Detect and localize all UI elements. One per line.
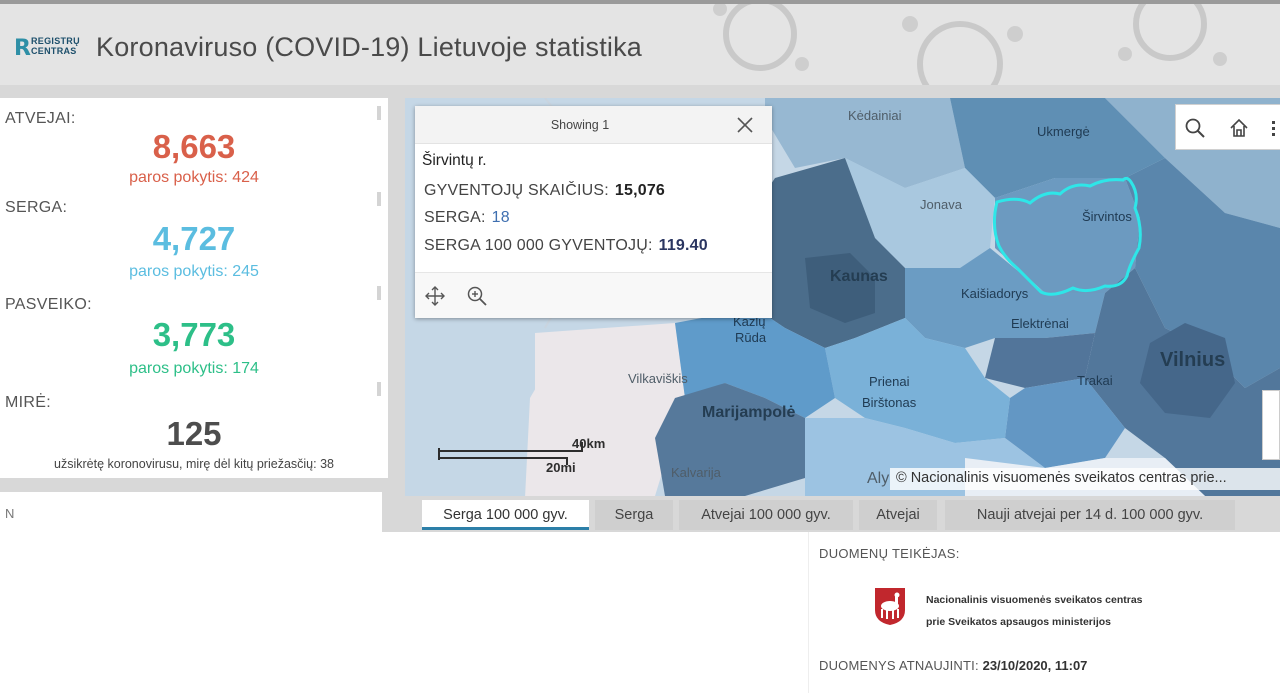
tab-sick[interactable]: Serga	[595, 500, 673, 530]
cases-label: ATVEJAI:	[5, 110, 76, 127]
map-label-jonava: Jonava	[920, 197, 962, 212]
map-label-elektrenai: Elektrėnai	[1011, 316, 1069, 331]
cases-change: paros pokytis: 424	[129, 169, 259, 186]
sick-value: 4,727	[152, 220, 236, 257]
app-header: R REGISTRŲ CENTRAS Koronaviruso (COVID-1…	[0, 0, 1280, 85]
page-title: Koronaviruso (COVID-19) Lietuvoje statis…	[96, 32, 643, 62]
tab-sick-per-100k[interactable]: Serga 100 000 gyv.	[422, 500, 589, 530]
died-note: užsikrėtę koronovirusu, mirę dėl kitų pr…	[54, 457, 334, 471]
logo-line1: REGISTRŲ	[31, 36, 80, 46]
scale-mi-label: 20mi	[546, 460, 576, 475]
map-label-kaisiadorys: Kaišiadorys	[961, 286, 1029, 301]
popup-rate-label: SERGA 100 000 GYVENTOJŲ:	[424, 237, 653, 254]
search-icon[interactable]	[1184, 117, 1206, 139]
map-label-kalvarija: Kalvarija	[671, 465, 721, 480]
popup-sick-value: 18	[491, 209, 510, 226]
close-icon[interactable]	[735, 115, 755, 135]
tab-cases-per-100k[interactable]: Atvejai 100 000 gyv.	[679, 500, 853, 530]
secondary-stats-panel: N	[0, 492, 382, 532]
provider-name-line1: Nacionalinis visuomenės sveikatos centra…	[926, 594, 1143, 606]
map-label-marijampole: Marijampolė	[702, 404, 796, 421]
secondary-panel-text: N	[5, 506, 15, 521]
sick-change: paros pokytis: 245	[129, 263, 259, 280]
scale-km-label: 40km	[572, 436, 606, 451]
recovered-label: PASVEIKO:	[5, 296, 92, 313]
pan-to-icon[interactable]	[424, 285, 446, 307]
died-label: MIRĖ:	[5, 394, 51, 411]
zoom-to-icon[interactable]	[466, 285, 488, 307]
popup-sick-label: SERGA:	[424, 209, 486, 226]
sick-label: SERGA:	[5, 199, 68, 216]
map-attribution[interactable]: © Nacionalinis visuomenės sveikatos cent…	[890, 468, 1280, 490]
virus-decoration-icon	[713, 4, 1227, 85]
popup-row-sick-per-100k: SERGA 100 000 GYVENTOJŲ: 119.40	[424, 237, 708, 255]
registru-centras-logo[interactable]: R REGISTRŲ CENTRAS	[14, 34, 80, 62]
map-label-ukmerge: Ukmergė	[1037, 124, 1090, 139]
data-provider-panel: DUOMENŲ TEIKĖJAS: Nacionalinis visuomenė…	[808, 532, 1280, 693]
recovered-change: paros pokytis: 174	[129, 360, 259, 377]
popup-population-label: GYVENTOJŲ SKAIČIUS:	[424, 182, 609, 199]
tab-new-cases-14d[interactable]: Nauji atvejai per 14 d. 100 000 gyv.	[945, 500, 1235, 530]
map-toolbar	[1175, 104, 1280, 150]
popup-feature-name: Širvintų r.	[422, 152, 487, 169]
map-label-alytus: Aly	[867, 470, 890, 487]
map-label-ruda: Rūda	[735, 330, 767, 345]
updated-value: 23/10/2020, 11:07	[982, 658, 1088, 673]
data-updated: DUOMENYS ATNAUJINTI: 23/10/2020, 11:07	[819, 658, 1087, 673]
logo-line2: CENTRAS	[31, 46, 77, 56]
popup-row-sick: SERGA: 18	[424, 209, 510, 227]
provider-label: DUOMENŲ TEIKĖJAS:	[819, 546, 960, 561]
list-icon[interactable]	[1270, 117, 1280, 139]
map-label-vilkaviskis: Vilkaviškis	[628, 371, 688, 386]
map-label-sirvintos: Širvintos	[1082, 209, 1132, 224]
map-label-birstonas: Birštonas	[862, 395, 917, 410]
map-label-prienai: Prienai	[869, 374, 910, 389]
map-label-kedainiai: Kėdainiai	[848, 108, 902, 123]
popup-footer	[415, 272, 772, 318]
stats-scrollbar[interactable]	[376, 100, 382, 476]
popup-population-value: 15,076	[614, 182, 666, 199]
map-label-kaunas: Kaunas	[830, 268, 888, 285]
map-label-vilnius: Vilnius	[1160, 349, 1226, 371]
map-tabs: Serga 100 000 gyv. Serga Atvejai 100 000…	[405, 496, 1280, 532]
stats-panel: ATVEJAI: 8,663 paros pokytis: 424 SERGA:…	[0, 98, 388, 478]
popup-rate-value: 119.40	[658, 237, 708, 254]
provider-name-line2: prie Sveikatos apsaugos ministerijos	[926, 616, 1111, 628]
recovered-value: 3,773	[152, 316, 236, 353]
feature-popup: Showing 1 Širvintų r. GYVENTOJŲ SKAIČIUS…	[415, 106, 772, 318]
updated-label: DUOMENYS ATNAUJINTI:	[819, 658, 979, 673]
popup-row-population: GYVENTOJŲ SKAIČIUS: 15,076	[424, 182, 665, 200]
logo-r-icon: R	[14, 36, 31, 61]
lithuania-coat-of-arms-icon	[875, 588, 905, 625]
cases-value: 8,663	[152, 128, 236, 165]
tab-cases[interactable]: Atvejai	[859, 500, 937, 530]
map-scale-bar: 40km 20mi	[438, 434, 618, 478]
map-label-trakai: Trakai	[1077, 373, 1113, 388]
home-icon[interactable]	[1228, 117, 1250, 139]
zoom-controls[interactable]	[1262, 390, 1280, 460]
died-value: 125	[166, 415, 222, 452]
popup-header: Showing 1	[415, 106, 772, 144]
popup-showing-count: Showing 1	[550, 118, 610, 132]
